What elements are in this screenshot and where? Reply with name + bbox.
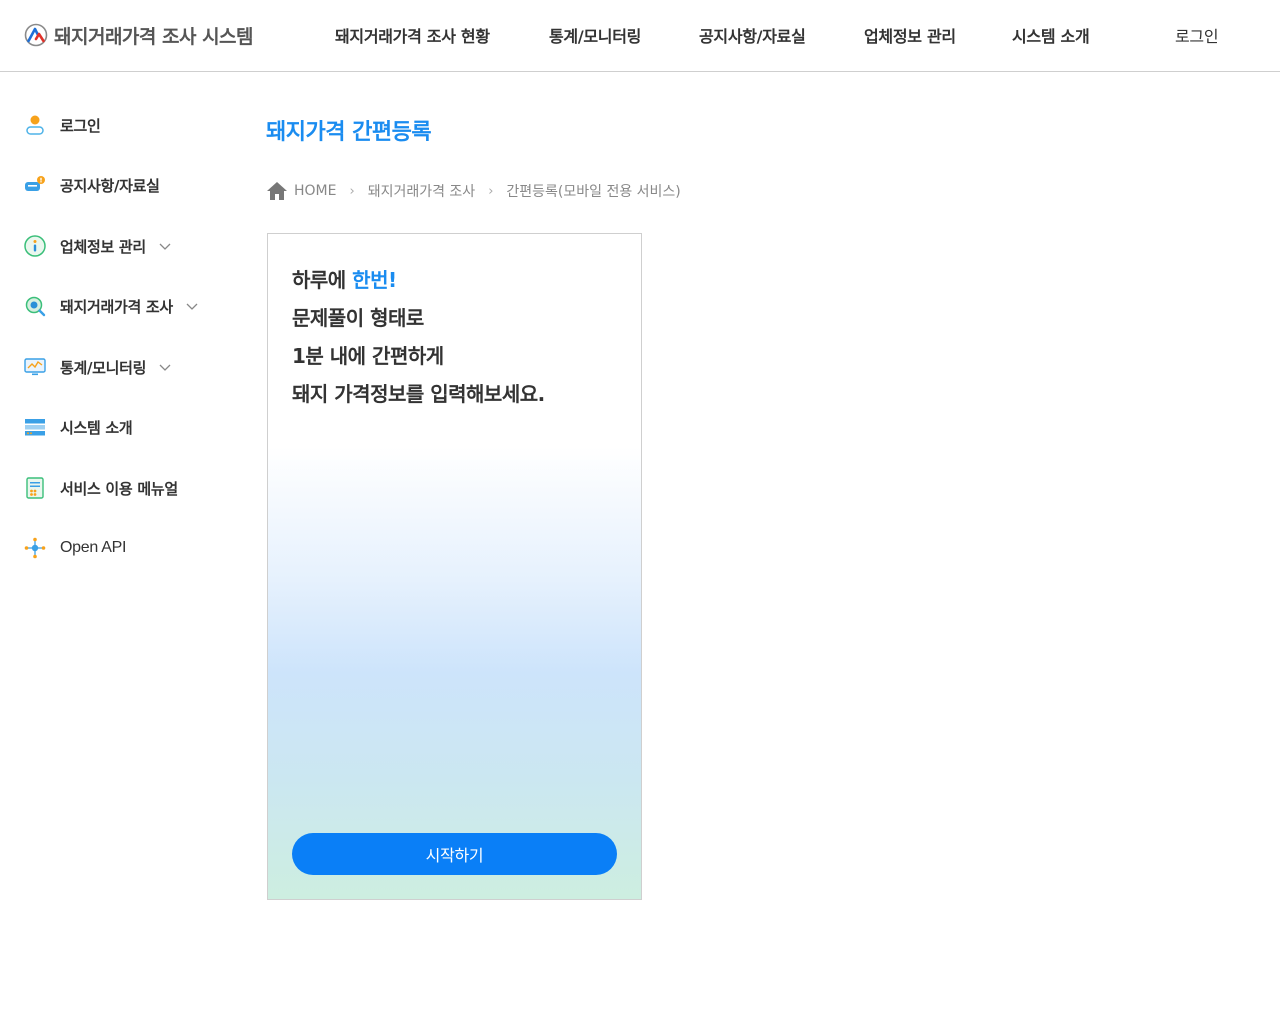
sidebar-item-manual[interactable]: 서비스 이용 메뉴얼 xyxy=(22,473,178,503)
card-text-line: 문제풀이 형태로 xyxy=(292,306,424,330)
home-icon[interactable] xyxy=(266,181,288,201)
sidebar-item-statistics[interactable]: 통계/모니터링 xyxy=(22,352,172,382)
chevron-down-icon[interactable] xyxy=(158,360,172,374)
sidebar-item-company-info[interactable]: 업체정보 관리 xyxy=(22,231,172,261)
sidebar-item-label: 공지사항/자료실 xyxy=(60,176,160,195)
start-button[interactable]: 시작하기 xyxy=(292,833,617,875)
nav-item-company-info[interactable]: 업체정보 관리 xyxy=(864,23,956,47)
chevron-right-icon: › xyxy=(488,183,494,199)
sidebar-item-login[interactable]: 로그인 xyxy=(22,110,101,140)
chevron-down-icon[interactable] xyxy=(185,299,199,313)
notice-icon xyxy=(22,172,48,198)
breadcrumb-price-survey[interactable]: 돼지거래가격 조사 xyxy=(368,181,476,201)
user-icon xyxy=(22,112,48,138)
sidebar-item-label: 통계/모니터링 xyxy=(60,358,147,377)
breadcrumb: HOME › 돼지거래가격 조사 › 간편등록(모바일 전용 서비스) xyxy=(266,180,681,202)
sidebar-item-label: Open API xyxy=(60,539,127,556)
search-icon xyxy=(22,293,48,319)
logo[interactable]: 돼지거래가격 조사 시스템 xyxy=(24,22,254,48)
breadcrumb-current: 간편등록(모바일 전용 서비스) xyxy=(506,184,681,200)
sidebar-item-price-survey[interactable]: 돼지거래가격 조사 xyxy=(22,291,199,321)
card-headline-prefix: 하루에 xyxy=(292,268,353,292)
manual-icon xyxy=(22,475,48,501)
nav-item-notice[interactable]: 공지사항/자료실 xyxy=(699,23,806,47)
monitor-chart-icon xyxy=(22,354,48,380)
sidebar-item-notice[interactable]: 공지사항/자료실 xyxy=(22,170,160,200)
sidebar-item-label: 돼지거래가격 조사 xyxy=(60,297,173,316)
info-icon xyxy=(22,233,48,259)
sidebar-item-label: 로그인 xyxy=(60,116,101,135)
sidebar-item-open-api[interactable]: Open API xyxy=(22,533,126,563)
sidebar-item-label: 업체정보 관리 xyxy=(60,237,146,256)
nav-item-price-survey-status[interactable]: 돼지거래가격 조사 현황 xyxy=(335,23,490,47)
nav-item-system-intro[interactable]: 시스템 소개 xyxy=(1012,23,1090,47)
header: 돼지거래가격 조사 시스템 돼지거래가격 조사 현황 통계/모니터링 공지사항/… xyxy=(0,0,1280,72)
server-icon xyxy=(22,414,48,440)
card-text-line: 돼지 가격정보를 입력해보세요. xyxy=(292,382,545,406)
chevron-right-icon: › xyxy=(349,183,355,199)
network-icon xyxy=(22,535,48,561)
sidebar-item-system-intro[interactable]: 시스템 소개 xyxy=(22,412,133,442)
logo-icon xyxy=(24,23,48,47)
page-title: 돼지가격 간편등록 xyxy=(266,120,432,145)
logo-text: 돼지거래가격 조사 시스템 xyxy=(54,25,254,48)
breadcrumb-home[interactable]: HOME xyxy=(294,183,336,199)
quick-register-card: 하루에 한번! 문제풀이 형태로 1분 내에 간편하게 돼지 가격정보를 입력해… xyxy=(267,233,642,900)
chevron-down-icon[interactable] xyxy=(158,239,172,253)
card-text-line: 1분 내에 간편하게 xyxy=(292,344,444,368)
card-headline: 하루에 한번! xyxy=(292,264,397,293)
card-headline-accent: 한번! xyxy=(352,268,397,292)
sidebar-item-label: 서비스 이용 메뉴얼 xyxy=(60,479,178,498)
login-link[interactable]: 로그인 xyxy=(1175,23,1219,47)
sidebar-item-label: 시스템 소개 xyxy=(60,418,133,437)
nav-item-statistics[interactable]: 통계/모니터링 xyxy=(549,23,641,47)
